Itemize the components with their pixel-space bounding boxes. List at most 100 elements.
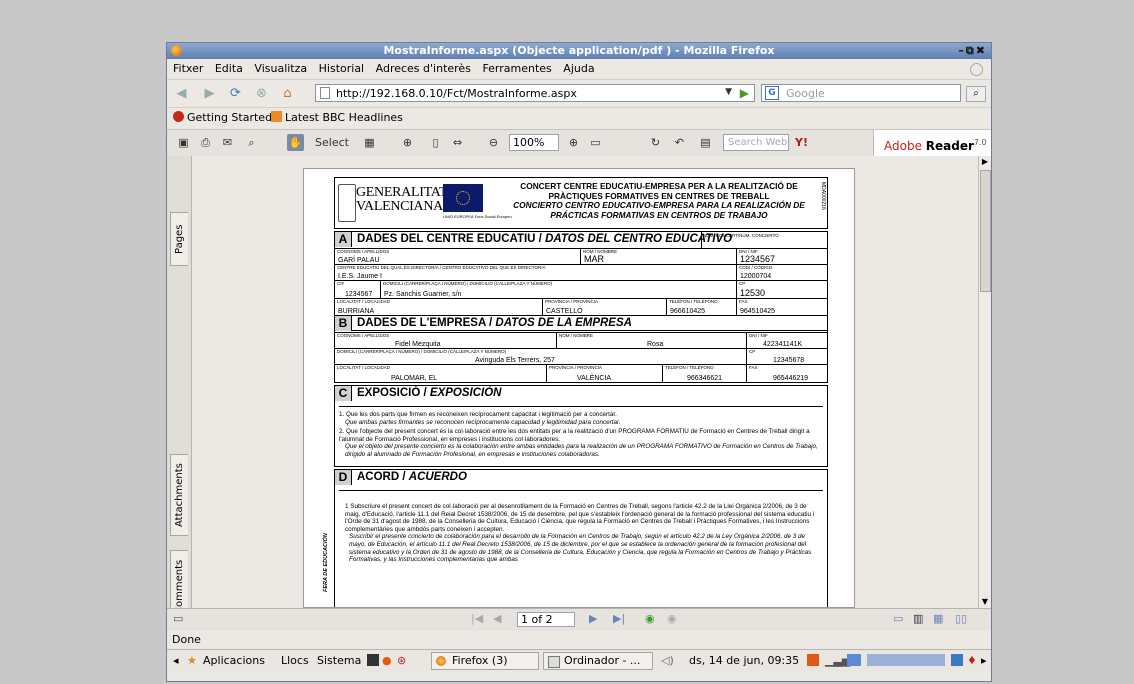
- acord-text: 1 Subscriure el present concert de col·l…: [339, 490, 823, 564]
- url-bar[interactable]: http://192.168.0.10/Fct/MostraInforme.as…: [315, 84, 755, 102]
- menu-fitxer[interactable]: Fitxer: [173, 60, 203, 78]
- scroll-down-icon[interactable]: ▼: [980, 597, 990, 607]
- yahoo-icon[interactable]: Y!: [793, 134, 810, 151]
- workspace-switcher[interactable]: [867, 654, 945, 666]
- computer-icon: [548, 656, 560, 668]
- field-nom: NOM / NOMBRE Rosa: [557, 332, 747, 348]
- forward-icon[interactable]: ▶: [201, 85, 218, 102]
- go-back-icon[interactable]: ◉: [645, 612, 655, 625]
- panel-icon[interactable]: ▭: [173, 612, 183, 625]
- field-domicili: DOMICILI (CARRER/PLAÇA I NÚMERO) / DOMIC…: [381, 280, 737, 298]
- bookmark-bbc-headlines[interactable]: Latest BBC Headlines: [271, 111, 403, 124]
- continuous-icon[interactable]: ▥: [913, 612, 923, 625]
- tray-notify-icon[interactable]: [807, 654, 819, 666]
- rotate-icon[interactable]: ↻: [647, 134, 664, 151]
- previous-page-icon[interactable]: ◀: [493, 612, 501, 625]
- select-tool-button[interactable]: Select: [309, 134, 355, 151]
- menu-visualitza[interactable]: Visualitza: [254, 60, 307, 78]
- title-line4: PRÁCTICAS FORMATIVAS EN CENTROS DE TRABA…: [550, 209, 768, 220]
- menu-llocs[interactable]: Llocs: [281, 654, 309, 667]
- section-b: B DADES DE L'EMPRESA / DATOS DE LA EMPRE…: [334, 315, 828, 383]
- terminal-icon[interactable]: [367, 654, 379, 666]
- last-page-icon[interactable]: ▶|: [613, 612, 625, 625]
- brand-name: Adobe: [884, 139, 922, 153]
- search-icon[interactable]: ⌕: [966, 86, 986, 102]
- section-title: EXPOSICIÓ / EXPOSICIÓN: [357, 387, 502, 399]
- search-web-field[interactable]: Search Web: [723, 134, 789, 151]
- continuous-facing-icon[interactable]: ▯▯: [955, 612, 967, 625]
- field-domicili: DOMICILI (CARRER/PLAÇA I NÚMERO) / DOMIC…: [335, 348, 747, 364]
- save-icon[interactable]: ▣: [175, 134, 192, 151]
- undo-icon[interactable]: ↶: [671, 134, 688, 151]
- print-icon[interactable]: ⎙: [197, 134, 214, 151]
- status-text: Done: [172, 633, 201, 646]
- tab-attachments[interactable]: Attachments: [170, 454, 188, 536]
- search-placeholder: Google: [786, 87, 825, 100]
- status-bar: Done: [167, 631, 991, 649]
- single-page-icon[interactable]: ▭: [893, 612, 903, 625]
- menu-historial[interactable]: Historial: [319, 60, 364, 78]
- search-box[interactable]: G Google ⌕: [761, 84, 986, 102]
- hand-tool-icon[interactable]: ✋: [287, 134, 304, 151]
- facing-icon[interactable]: ▦: [933, 612, 943, 625]
- menu-sistema[interactable]: Sistema: [317, 654, 361, 667]
- rss-icon: [271, 111, 282, 122]
- zoom-select[interactable]: 100%: [509, 134, 559, 151]
- taskbar-firefox[interactable]: Firefox (3): [431, 652, 539, 670]
- fit-width-icon[interactable]: ⇔: [449, 134, 466, 151]
- clock[interactable]: ds, 14 de jun, 09:35: [689, 654, 799, 667]
- zoom-in-icon[interactable]: ⊕: [399, 134, 416, 151]
- search-engine-icon[interactable]: G: [765, 86, 779, 100]
- go-icon[interactable]: ▶: [740, 86, 749, 100]
- exposicio-text: 1. Que les dos parts que firmen es recon…: [339, 406, 823, 459]
- url-dropdown-icon[interactable]: ▼: [725, 87, 732, 97]
- menu-ferramentes[interactable]: Ferramentes: [482, 60, 551, 78]
- scroll-thumb[interactable]: [980, 170, 991, 292]
- throbber-icon: [970, 63, 983, 76]
- scroll-up-icon[interactable]: ▶: [980, 157, 990, 167]
- taskbar-scroll-right-icon[interactable]: ▸: [981, 654, 987, 667]
- field-dni: DNI / NIF 422341141K: [747, 332, 827, 348]
- trash-icon[interactable]: ♦: [967, 654, 977, 667]
- back-icon[interactable]: ◀: [173, 85, 190, 102]
- reload-icon[interactable]: ⟳: [227, 85, 244, 102]
- title-bar[interactable]: MostraInforme.aspx (Objecte application/…: [167, 43, 991, 59]
- find-icon[interactable]: ⌕: [243, 134, 260, 151]
- email-icon[interactable]: ✉: [219, 134, 236, 151]
- zoom-increase-icon[interactable]: ⊕: [565, 134, 582, 151]
- document-icon[interactable]: ▤: [697, 134, 714, 151]
- actual-size-icon[interactable]: ▯: [427, 134, 444, 151]
- stop-icon[interactable]: ⊗: [253, 85, 270, 102]
- zoom-out-icon[interactable]: ⊖: [485, 134, 502, 151]
- firefox-launcher-icon[interactable]: ●: [382, 654, 392, 667]
- next-page-icon[interactable]: ▶: [589, 612, 597, 625]
- first-page-icon[interactable]: |◀: [471, 612, 483, 625]
- bookmark-getting-started[interactable]: Getting Started: [173, 111, 272, 124]
- exposicio-p1-es: Que ambas partes firmantes se reconocen …: [345, 418, 621, 426]
- field-nom: NOM / NOMBRE MAR: [581, 248, 737, 264]
- menu-edita[interactable]: Edita: [215, 60, 243, 78]
- home-icon[interactable]: ⌂: [279, 85, 296, 102]
- help-icon[interactable]: ⊛: [397, 654, 406, 667]
- field-fax: FAX 965446219: [747, 364, 827, 382]
- volume-icon[interactable]: ◁): [661, 654, 674, 667]
- tab-pages[interactable]: Pages: [170, 212, 188, 266]
- menu-ajuda[interactable]: Ajuda: [563, 60, 594, 78]
- window-controls[interactable]: –⧉✖: [958, 44, 987, 58]
- menu-adreces[interactable]: Adreces d'interès: [376, 60, 471, 78]
- vertical-scrollbar[interactable]: ▶ ▼: [978, 156, 991, 608]
- section-letter: C: [335, 386, 352, 401]
- taskbar-firefox-label: Firefox (3): [452, 654, 508, 667]
- adobe-reader-logo: Adobe Reader7.0: [873, 130, 991, 156]
- show-desktop-icon[interactable]: [951, 654, 963, 666]
- field-cognoms: COGNOMS / APELLIDOS GARÍ PALAU: [335, 248, 581, 264]
- tray-app-icon[interactable]: [847, 654, 861, 666]
- go-forward-icon[interactable]: ◉: [667, 612, 677, 625]
- taskbar-ordinador[interactable]: Ordinador - ...: [543, 652, 653, 670]
- section-letter: B: [335, 316, 352, 331]
- page-number-field[interactable]: 1 of 2: [517, 612, 575, 627]
- snapshot-icon[interactable]: ▦: [361, 134, 378, 151]
- page-layout-icon[interactable]: ▭: [587, 134, 604, 151]
- taskbar-scroll-left-icon[interactable]: ◂: [173, 654, 179, 667]
- menu-aplicacions[interactable]: Aplicacions: [203, 654, 265, 667]
